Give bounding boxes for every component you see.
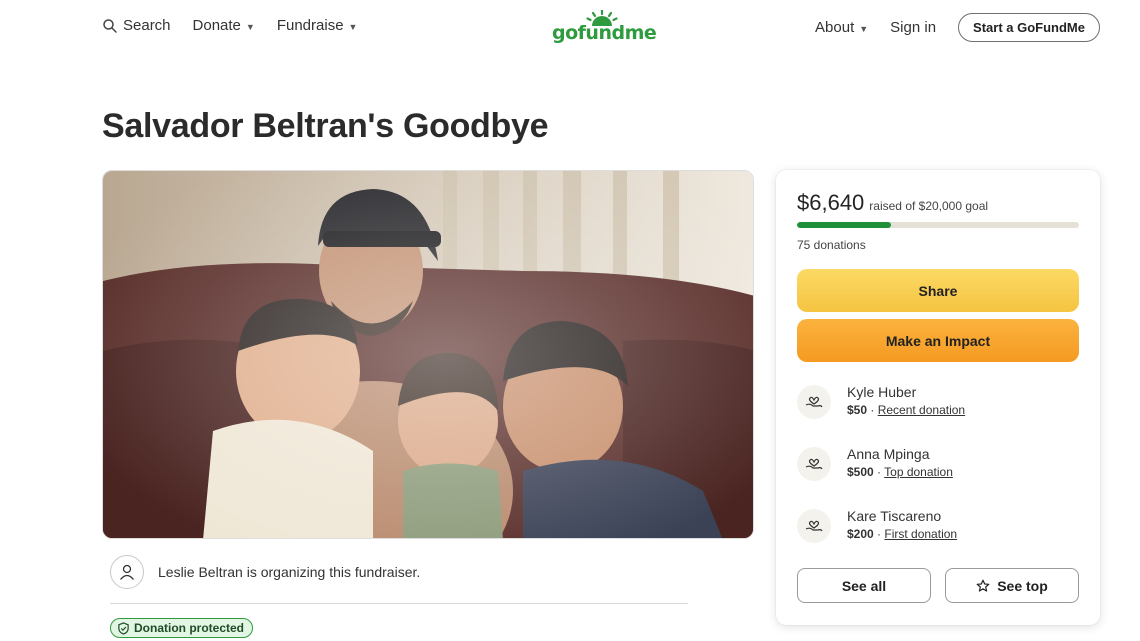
see-all-button[interactable]: See all (797, 568, 931, 603)
donor-item: Kare Tiscareno $200 · First donation (797, 507, 957, 543)
campaign-photo-image (103, 171, 753, 538)
fundraise-menu[interactable]: Fundraise ▼ (277, 17, 358, 34)
start-gofundme-button[interactable]: Start a GoFundMe (958, 13, 1100, 42)
page-title: Salvador Beltran's Goodbye (102, 107, 549, 145)
raised-summary: $6,640 raised of $20,000 goal (797, 190, 988, 216)
donation-card: $6,640 raised of $20,000 goal 75 donatio… (776, 170, 1100, 625)
see-all-label: See all (841, 577, 887, 594)
donor-amount: $50 (847, 403, 868, 417)
gofundme-logo[interactable]: gofundme (552, 10, 657, 46)
donor-amount: $200 (847, 527, 874, 541)
user-icon (119, 564, 135, 580)
donor-type-link[interactable]: Recent donation (878, 403, 965, 417)
heart-hands-icon (797, 509, 831, 543)
search-label: Search (123, 17, 171, 34)
organizer-avatar (110, 555, 144, 589)
chevron-down-icon: ▼ (348, 21, 358, 32)
chevron-down-icon: ▼ (245, 21, 255, 32)
donor-item: Kyle Huber $50 · Recent donation (797, 383, 965, 419)
logo-text: gofundme (552, 22, 657, 44)
organizer-row: Leslie Beltran is organizing this fundra… (110, 555, 420, 589)
donor-name: Kare Tiscareno (847, 508, 942, 524)
chevron-down-icon: ▼ (859, 23, 869, 34)
donor-separator: · (867, 403, 878, 417)
raised-goal: raised of $20,000 goal (869, 199, 989, 213)
see-top-button[interactable]: See top (945, 568, 1079, 603)
donor-separator: · (873, 465, 885, 479)
donor-info: Anna Mpinga $500 · Top donation (847, 445, 953, 479)
about-menu[interactable]: About ▼ (815, 19, 868, 36)
donor-type-link[interactable]: First donation (884, 527, 957, 541)
donor-info: Kyle Huber $50 · Recent donation (847, 383, 965, 417)
donate-label: Donate (192, 17, 241, 34)
donor-info: Kare Tiscareno $200 · First donation (847, 507, 957, 541)
donation-protected-badge[interactable]: Donation protected (110, 618, 253, 638)
make-impact-button[interactable]: Make an Impact (797, 319, 1079, 362)
donate-menu[interactable]: Donate ▼ (193, 17, 255, 34)
progress-bar (797, 222, 1079, 228)
heart-hands-icon (797, 447, 831, 481)
fundraise-label: Fundraise (276, 17, 344, 34)
campaign-photo[interactable] (102, 170, 754, 539)
progress-fill (797, 222, 891, 228)
heart-hands-icon (797, 385, 831, 419)
signin-label: Sign in (890, 19, 937, 36)
donor-name: Anna Mpinga (847, 446, 930, 462)
top-nav: Search Donate ▼ Fundraise ▼ gofundme Abo… (0, 0, 1140, 56)
donor-name: Kyle Huber (847, 384, 917, 400)
donor-amount: $500 (847, 465, 874, 479)
section-divider (110, 603, 688, 604)
search-link[interactable]: Search (102, 17, 171, 34)
donor-meta: $500 · Top donation (847, 465, 953, 479)
donor-meta: $50 · Recent donation (847, 403, 965, 417)
raised-amount: $6,640 (797, 190, 865, 215)
star-icon (976, 579, 990, 592)
donation-protected-label: Donation protected (134, 621, 244, 635)
organizer-text: Leslie Beltran is organizing this fundra… (158, 564, 421, 580)
donor-meta: $200 · First donation (847, 527, 957, 541)
search-icon (103, 18, 117, 33)
donations-count: 75 donations (797, 238, 866, 252)
nav-left: Search Donate ▼ Fundraise ▼ (102, 17, 357, 34)
donor-type-link[interactable]: Top donation (884, 465, 953, 479)
share-button[interactable]: Share (797, 269, 1079, 312)
donor-separator: · (873, 527, 885, 541)
shield-check-icon (118, 621, 129, 635)
donor-item: Anna Mpinga $500 · Top donation (797, 445, 953, 481)
about-label: About (815, 19, 855, 36)
nav-right: About ▼ Sign in Start a GoFundMe (815, 13, 1100, 42)
signin-link[interactable]: Sign in (890, 19, 936, 36)
see-top-label: See top (997, 577, 1048, 594)
